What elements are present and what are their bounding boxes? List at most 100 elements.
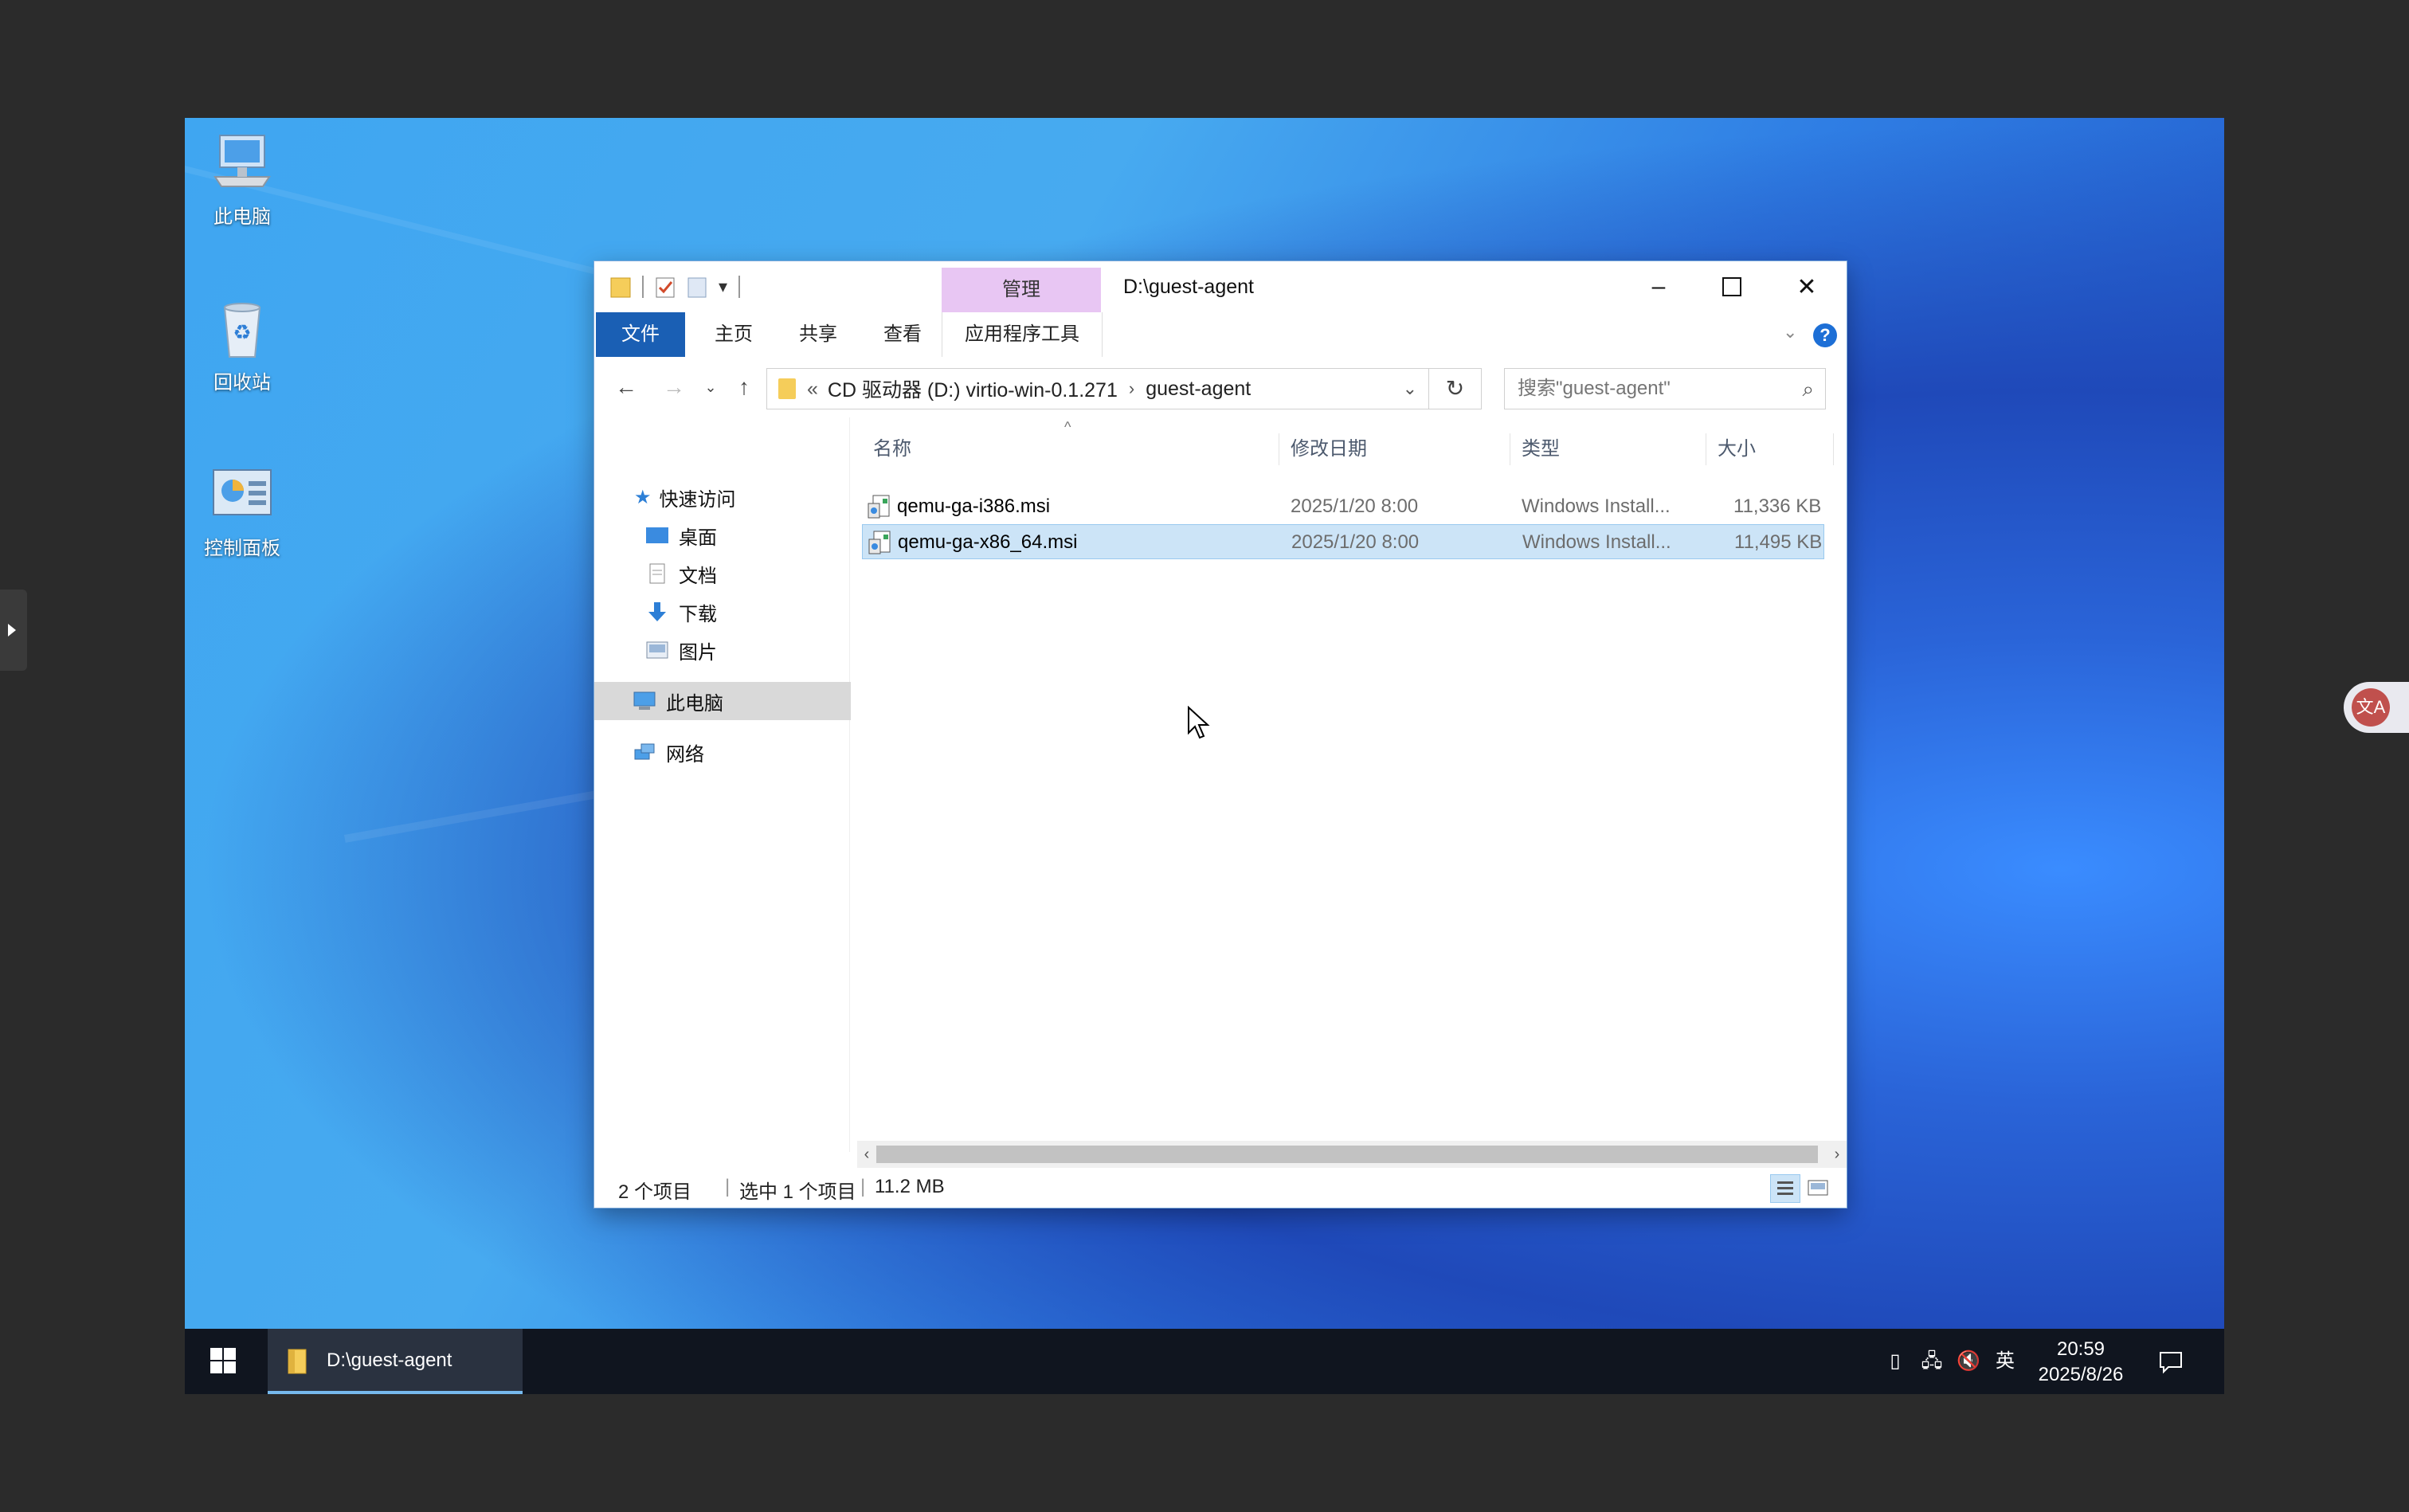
msi-file-icon <box>868 531 891 554</box>
large-icons-view-icon[interactable] <box>1804 1174 1832 1201</box>
desktop-icon <box>646 527 668 543</box>
tab-share[interactable]: 共享 <box>782 312 854 357</box>
computer-icon <box>633 691 656 710</box>
up-icon[interactable]: ↑ <box>728 371 760 403</box>
properties-icon[interactable] <box>655 275 676 299</box>
details-view-icon[interactable] <box>1770 1174 1800 1203</box>
mouse-cursor-icon <box>1188 706 1210 739</box>
computer-icon <box>210 131 274 194</box>
explorer-window: ▾ 管理 D:\guest-agent – ✕ 文件 主页 共享 查看 应用程序… <box>594 261 1847 1208</box>
search-icon[interactable]: ⌕ <box>1802 377 1814 402</box>
folder-icon <box>778 378 796 399</box>
file-modified: 2025/1/20 8:00 <box>1291 531 1420 553</box>
clock[interactable]: 20:59 2025/8/26 <box>2025 1337 2137 1388</box>
file-type: Windows Install... <box>1522 496 1671 517</box>
toolbar-separator <box>642 276 644 298</box>
network-status-icon[interactable]: 🖧 <box>1918 1348 1945 1375</box>
nav-label: 图片 <box>679 641 717 664</box>
minimize-button[interactable]: – <box>1622 261 1695 312</box>
breadcrumb-drive[interactable]: CD 驱动器 (D:) virtio-win-0.1.271 <box>828 374 1118 403</box>
svg-text:♻: ♻ <box>233 321 251 345</box>
nav-label: 此电脑 <box>666 692 723 715</box>
chevron-right-icon[interactable]: › <box>1129 378 1134 399</box>
expand-ribbon-icon[interactable]: ⌄ <box>1783 322 1797 343</box>
status-separator: | <box>860 1176 866 1197</box>
action-center-icon[interactable] <box>2157 1348 2184 1375</box>
tab-application-tools[interactable]: 应用程序工具 <box>942 312 1103 357</box>
quick-access-toolbar: ▾ <box>610 272 741 301</box>
chevron-right-icon <box>8 624 16 637</box>
start-button[interactable] <box>185 1329 261 1394</box>
scrollbar-thumb[interactable] <box>876 1146 1818 1163</box>
title-bar[interactable]: ▾ 管理 D:\guest-agent – ✕ <box>594 261 1847 312</box>
search-box[interactable]: ⌕ <box>1504 368 1826 409</box>
column-size[interactable]: 大小 <box>1706 433 1834 465</box>
window-title: D:\guest-agent <box>1123 276 1254 298</box>
desktop-icon-recycle-bin[interactable]: ♻ 回收站 <box>185 296 306 394</box>
file-size: 11,336 KB <box>1733 496 1822 517</box>
tab-view[interactable]: 查看 <box>867 312 938 357</box>
refresh-icon[interactable]: ↻ <box>1429 368 1482 409</box>
address-dropdown-icon[interactable]: ⌄ <box>1403 378 1417 399</box>
search-input[interactable] <box>1505 369 1782 409</box>
folder-icon[interactable] <box>610 275 631 299</box>
download-icon <box>648 602 666 621</box>
nav-network[interactable]: 网络 <box>594 733 884 771</box>
scroll-left-icon[interactable]: ‹ <box>857 1141 876 1168</box>
horizontal-scrollbar[interactable]: ‹ › <box>857 1141 1847 1168</box>
msi-file-icon <box>868 495 890 519</box>
nav-label: 下载 <box>679 603 717 625</box>
back-icon[interactable]: ← <box>610 371 642 403</box>
nav-this-pc[interactable]: 此电脑 <box>594 682 884 720</box>
file-name: qemu-ga-i386.msi <box>897 496 1051 517</box>
usb-device-icon[interactable]: ▯ <box>1882 1348 1909 1375</box>
help-icon[interactable]: ? <box>1813 323 1837 347</box>
side-panel-toggle[interactable] <box>0 590 27 671</box>
navigation-pane: ★ 快速访问 桌面 📌 文档 📌 下载 📌 图片 📌 此电脑 <box>594 417 892 1152</box>
clock-date: 2025/8/26 <box>2038 1364 2124 1385</box>
taskbar-item-label: D:\guest-agent <box>327 1349 452 1371</box>
recent-locations-icon[interactable]: ⌄ <box>695 371 727 403</box>
manage-contextual-header: 管理 <box>942 268 1101 312</box>
taskbar-explorer-button[interactable]: D:\guest-agent <box>268 1329 523 1394</box>
file-type: Windows Install... <box>1522 531 1671 553</box>
status-bar: 2 个项目 | 选中 1 个项目 | 11.2 MB <box>594 1168 1847 1208</box>
desktop-icon-this-pc[interactable]: 此电脑 <box>185 131 306 229</box>
scroll-right-icon[interactable]: › <box>1827 1141 1847 1168</box>
file-list: ^ 名称 修改日期 类型 大小 qemu-ga-i386.msi 2025/1/… <box>851 417 1847 1152</box>
address-row: ← → ⌄ ↑ « CD 驱动器 (D:) virtio-win-0.1.271… <box>594 357 1847 417</box>
status-size: 11.2 MB <box>875 1176 945 1197</box>
file-row[interactable]: qemu-ga-i386.msi 2025/1/20 8:00 Windows … <box>862 489 1824 524</box>
windows-logo-icon <box>210 1348 236 1373</box>
pictures-icon <box>646 641 668 659</box>
close-icon: ✕ <box>1796 273 1817 300</box>
close-button[interactable]: ✕ <box>1770 261 1843 312</box>
desktop-icon-label: 回收站 <box>213 372 271 394</box>
breadcrumb-folder[interactable]: guest-agent <box>1146 378 1251 401</box>
folder-icon <box>288 1349 307 1374</box>
maximize-icon <box>1722 277 1741 296</box>
status-item-count: 2 个项目 <box>618 1181 692 1203</box>
column-name[interactable]: 名称 <box>862 433 1279 465</box>
new-folder-icon[interactable] <box>687 275 707 299</box>
control-panel-icon <box>210 462 274 526</box>
nav-quick-access[interactable]: ★ 快速访问 <box>594 478 886 516</box>
tab-file[interactable]: 文件 <box>596 312 685 357</box>
desktop-icon-control-panel[interactable]: 控制面板 <box>185 462 306 560</box>
nav-label: 文档 <box>679 565 717 587</box>
maximize-button[interactable] <box>1695 261 1769 312</box>
desktop-icon-label: 此电脑 <box>213 206 271 228</box>
translate-button[interactable]: 文A <box>2344 682 2409 733</box>
file-row-selected[interactable]: qemu-ga-x86_64.msi 2025/1/20 8:00 Window… <box>862 524 1824 559</box>
ribbon-tabs: 文件 主页 共享 查看 应用程序工具 ⌄ ? <box>594 312 1847 358</box>
address-bar[interactable]: « CD 驱动器 (D:) virtio-win-0.1.271 › guest… <box>766 368 1429 409</box>
breadcrumb-overflow[interactable]: « <box>807 378 818 401</box>
customize-toolbar-icon[interactable]: ▾ <box>719 276 727 297</box>
volume-muted-icon[interactable]: 🔇 <box>1955 1348 1982 1375</box>
desktop-icon-label: 控制面板 <box>204 538 280 559</box>
tab-home[interactable]: 主页 <box>698 312 770 357</box>
column-type[interactable]: 类型 <box>1510 433 1706 465</box>
forward-icon[interactable]: → <box>658 371 690 403</box>
column-modified[interactable]: 修改日期 <box>1279 433 1510 465</box>
ime-indicator[interactable]: 英 <box>1992 1348 2019 1375</box>
